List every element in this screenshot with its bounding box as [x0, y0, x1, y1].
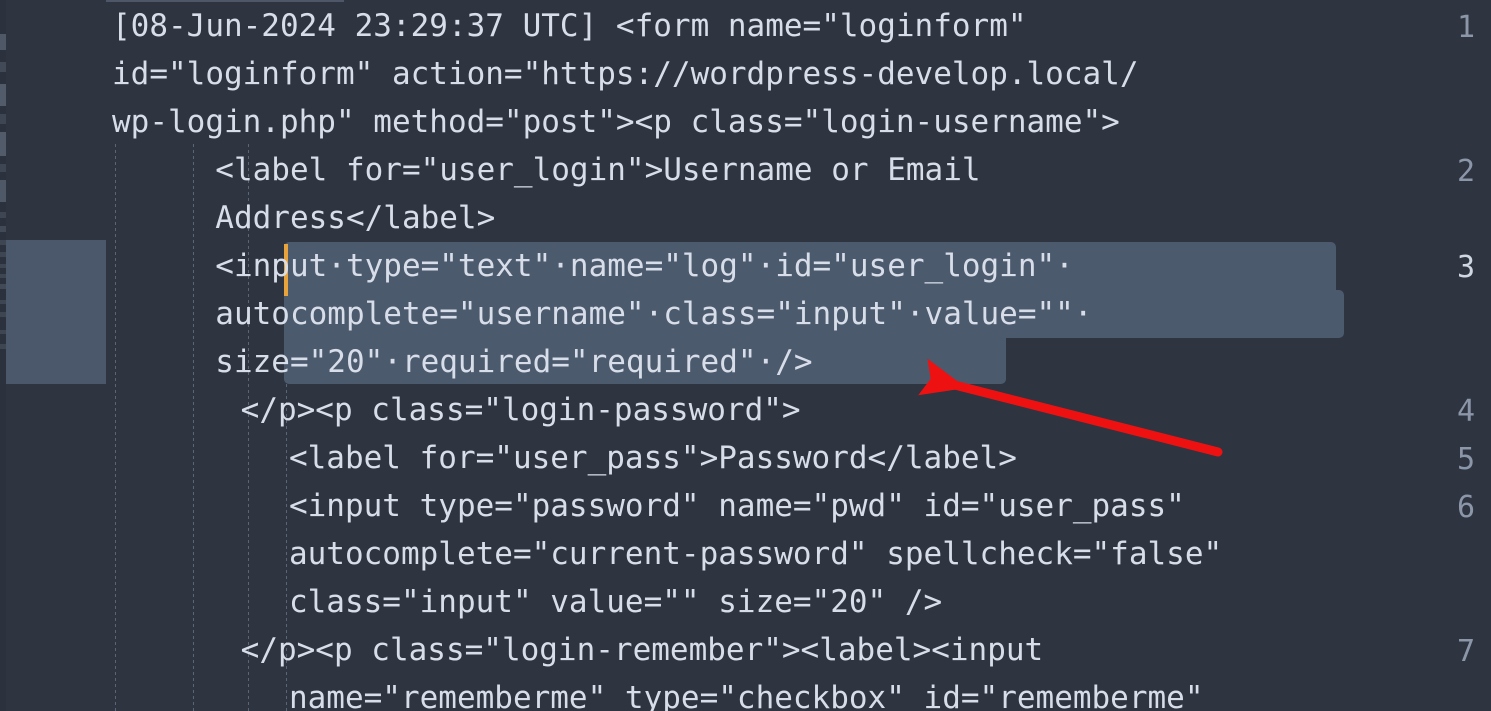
code-row: id="loginform" action="https://wordpress… [112, 56, 1139, 92]
code-editor-screenshot: 1 2 3 4 5 6 7 [08-Jun-2024 23:29:37 UTC]… [0, 0, 1491, 711]
code-row: [08-Jun-2024 23:29:37 UTC] <form name="l… [112, 8, 1027, 44]
code-row: </p><p class="login-password"> [166, 392, 801, 428]
code-row: Address</label> [66, 200, 496, 236]
code-row: <input type="password" name="pwd" id="us… [177, 488, 1185, 524]
code-row: </p><p class="login-remember"><label><in… [166, 632, 1044, 668]
code-row-selected: size="20"·required="required"·/> [66, 344, 813, 380]
code-row: name="rememberme" type="checkbox" id="re… [177, 680, 1204, 711]
code-row-selected: <input·type="text"·name="log"·id="user_l… [66, 248, 1074, 284]
code-row: <label for="user_login">Username or Emai… [66, 152, 981, 188]
code-row: wp-login.php" method="post"><p class="lo… [112, 104, 1120, 140]
code-row: class="input" value="" size="20" /> [177, 584, 943, 620]
code-row-selected: autocomplete="username"·class="input"·va… [66, 296, 1093, 332]
code-row: <label for="user_pass">Password</label> [177, 440, 1017, 476]
code-surface[interactable]: [08-Jun-2024 23:29:37 UTC] <form name="l… [106, 0, 1491, 711]
code-row: autocomplete="current-password" spellche… [177, 536, 1223, 572]
